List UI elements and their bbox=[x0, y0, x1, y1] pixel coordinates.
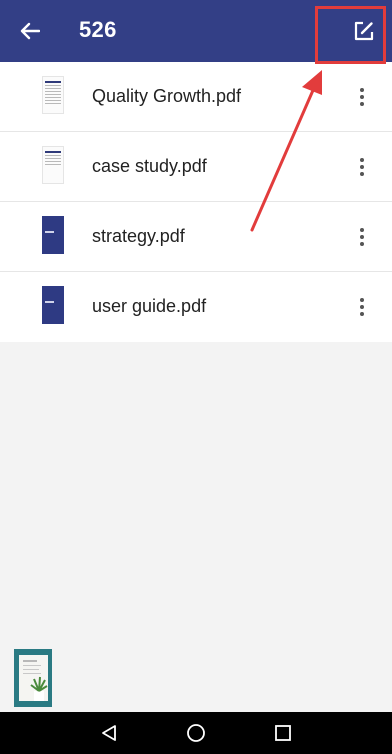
edit-square-icon bbox=[354, 21, 374, 41]
pdf-thumbnail bbox=[42, 286, 64, 324]
more-options-button[interactable] bbox=[352, 152, 372, 182]
edit-button[interactable] bbox=[347, 14, 381, 48]
triangle-back-icon bbox=[102, 725, 116, 741]
more-options-button[interactable] bbox=[352, 292, 372, 322]
file-row[interactable]: user guide.pdf bbox=[0, 272, 392, 342]
arrow-left-icon bbox=[20, 22, 40, 40]
more-options-button[interactable] bbox=[352, 222, 372, 252]
page-title: 526 bbox=[79, 17, 117, 42]
pdf-thumbnail bbox=[42, 146, 64, 184]
square-recents-icon bbox=[275, 725, 291, 741]
file-name: strategy.pdf bbox=[92, 226, 185, 246]
file-row[interactable]: Quality Growth.pdf bbox=[0, 62, 392, 132]
nav-back-button[interactable] bbox=[97, 721, 121, 745]
file-name: Quality Growth.pdf bbox=[92, 86, 242, 106]
file-row[interactable]: strategy.pdf bbox=[0, 202, 392, 272]
pdf-thumbnail bbox=[42, 216, 64, 254]
document-preview-thumbnail[interactable] bbox=[14, 649, 54, 707]
more-vertical-icon bbox=[360, 298, 364, 316]
more-vertical-icon bbox=[360, 158, 364, 176]
nav-home-button[interactable] bbox=[184, 721, 208, 745]
circle-home-icon bbox=[187, 724, 205, 742]
more-vertical-icon bbox=[360, 88, 364, 106]
file-name: case study.pdf bbox=[92, 156, 207, 176]
app-bar: 526 bbox=[0, 0, 392, 62]
file-list: Quality Growth.pdf case study.pdf strate… bbox=[0, 62, 392, 342]
more-options-button[interactable] bbox=[352, 82, 372, 112]
pdf-thumbnail bbox=[42, 76, 64, 114]
file-row[interactable]: case study.pdf bbox=[0, 132, 392, 202]
nav-recents-button[interactable] bbox=[271, 721, 295, 745]
more-vertical-icon bbox=[360, 228, 364, 246]
file-name: user guide.pdf bbox=[92, 296, 207, 316]
system-nav-bar bbox=[0, 712, 392, 754]
back-button[interactable] bbox=[14, 15, 46, 47]
